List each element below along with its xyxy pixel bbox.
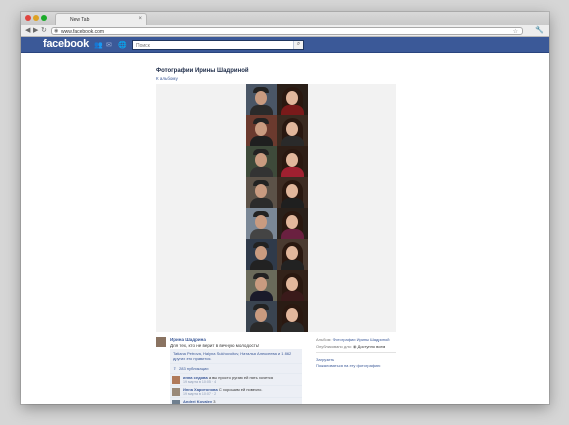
author-name[interactable]: Ирина Шадрина	[170, 337, 206, 342]
browser-tab[interactable]: New Tab ×	[55, 13, 147, 25]
comment-text: Andrei Kovalev 3	[183, 399, 215, 404]
photo-tile	[277, 270, 308, 301]
page-title: Фотографии Ирины Шадриной	[156, 68, 249, 74]
like-sentence[interactable]: Tatiana Petrova, Halyna Sukhovoitov, Нат…	[170, 349, 302, 364]
photo-stage	[156, 84, 396, 332]
share-count[interactable]: ⇪ 283 публикации	[170, 364, 302, 374]
comment-body: С хорошим ей повезло.	[218, 387, 263, 392]
minimize-window-button[interactable]	[33, 15, 39, 21]
photo-tile	[246, 270, 277, 301]
photo-tile	[246, 301, 277, 332]
search-input[interactable]: Поиск ⌕	[132, 40, 304, 50]
back-to-album-link[interactable]: К альбому	[156, 76, 178, 81]
photo-tile	[246, 146, 277, 177]
photo-tile	[246, 115, 277, 146]
photo-tile	[277, 84, 308, 115]
album-info: Альбом: Фотографии Ирины Шадриной	[316, 337, 389, 342]
comment-item: Andrei Kovalev 3	[170, 398, 302, 404]
photo-tile	[246, 177, 277, 208]
reload-icon[interactable]: ↻	[41, 26, 47, 34]
comment-item: Инна Харитонова С хорошим ей повезло. 19…	[170, 386, 302, 398]
wrench-icon[interactable]: 🔧	[535, 26, 544, 34]
messages-icon[interactable]: ✉	[106, 41, 114, 49]
globe-icon: ◉	[54, 28, 59, 34]
avatar[interactable]	[156, 337, 166, 347]
comment-avatar[interactable]	[172, 400, 180, 404]
comment-avatar[interactable]	[172, 388, 180, 396]
back-icon[interactable]: ◀	[25, 26, 30, 34]
photo-tile	[277, 146, 308, 177]
address-bar[interactable]: ◉ www.facebook.com ☆	[51, 27, 523, 35]
comment-body: 3	[213, 399, 216, 404]
album-name-link[interactable]: Фотографии Ирины Шадриной	[333, 337, 390, 342]
photo-tile	[277, 208, 308, 239]
published-label: Опубликовано для:	[316, 344, 352, 349]
globe-icon: ◉	[352, 344, 357, 349]
photo-collage[interactable]	[246, 84, 308, 332]
feedback-box: Tatiana Petrova, Halyna Sukhovoitov, Нат…	[170, 349, 302, 404]
comment-author[interactable]: Andrei Kovalev	[183, 399, 212, 404]
tab-title: New Tab	[70, 17, 90, 23]
photo-tile	[277, 177, 308, 208]
comment-meta: 19 марта в 10:05 · 4	[183, 380, 217, 384]
share-count-text: 283 публикации	[179, 366, 209, 371]
tab-strip: New Tab ×	[21, 12, 549, 25]
photo-tile	[246, 84, 277, 115]
search-placeholder: Поиск	[136, 43, 150, 49]
photo-tile	[277, 239, 308, 270]
close-window-button[interactable]	[25, 15, 31, 21]
tab-close-icon[interactable]: ×	[138, 16, 142, 22]
privacy-info: Опубликовано для: ◉ Доступно всем	[316, 344, 385, 349]
album-label: Альбом:	[316, 337, 332, 342]
photo-tile	[277, 301, 308, 332]
comment-item: инна седова а вы просто ругаю ей пять хо…	[170, 374, 302, 386]
zoom-window-button[interactable]	[41, 15, 47, 21]
share-icon: ⇪	[173, 366, 177, 371]
comment-meta: 19 марта в 10:07 · 2	[183, 392, 217, 396]
browser-window: New Tab × ◀ ▶ ↻ ◉ www.facebook.com ☆ 🔧 f…	[21, 12, 549, 404]
photo-tile	[246, 239, 277, 270]
divider	[316, 352, 396, 353]
notifications-icon[interactable]: 🌐	[118, 41, 127, 49]
comment-body: а вы просто ругаю ей пять хочется	[208, 375, 274, 380]
report-photo-link[interactable]: Пожаловаться на эту фотографию	[316, 363, 380, 368]
audience-text: Доступно всем	[357, 344, 386, 349]
url-text: www.facebook.com	[61, 29, 105, 35]
friend-requests-icon[interactable]: 👥	[94, 41, 103, 49]
photo-tile	[277, 115, 308, 146]
forward-icon[interactable]: ▶	[33, 26, 38, 34]
photo-caption: Для тех, кто не верит в вечную молодость…	[170, 343, 260, 348]
facebook-header: facebook 👥 ✉ 🌐 Поиск ⌕	[21, 37, 549, 53]
browser-toolbar: ◀ ▶ ↻ ◉ www.facebook.com ☆ 🔧	[21, 25, 549, 37]
bookmark-star-icon[interactable]: ☆	[513, 28, 518, 35]
download-link[interactable]: Загрузить	[316, 357, 334, 362]
comment-avatar[interactable]	[172, 376, 180, 384]
photo-tile	[246, 208, 277, 239]
facebook-logo[interactable]: facebook	[43, 38, 89, 50]
search-icon[interactable]: ⌕	[293, 41, 303, 49]
